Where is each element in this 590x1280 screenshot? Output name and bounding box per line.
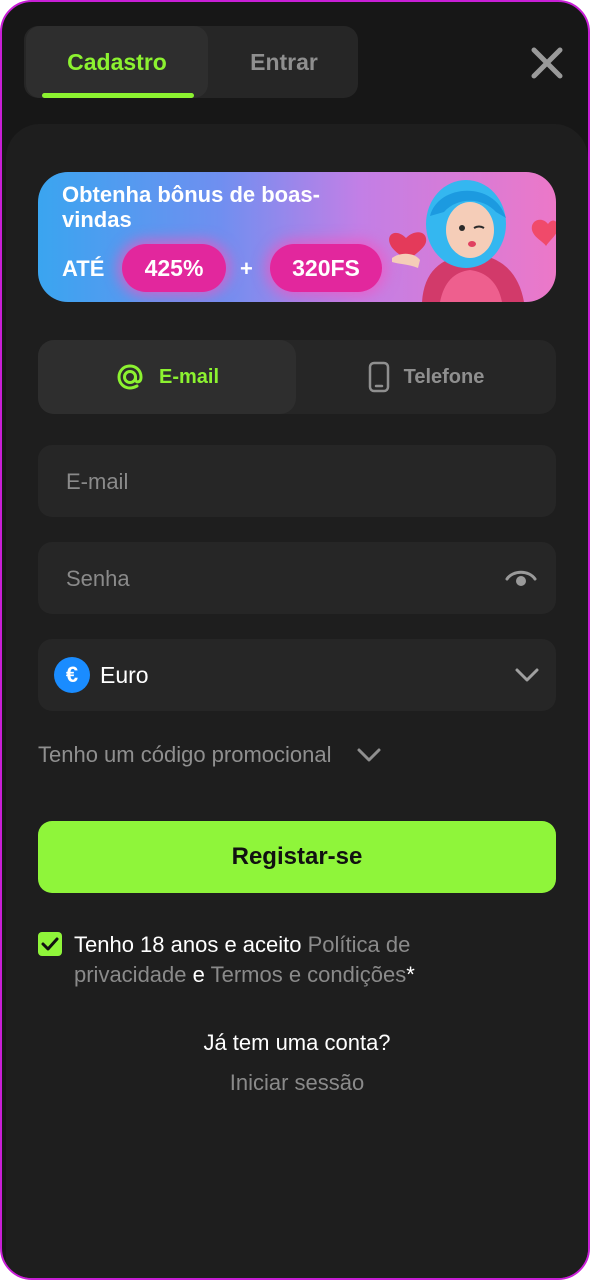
email-field [38, 445, 556, 519]
tab-login[interactable]: Entrar [210, 26, 358, 98]
tab-signup-label: Cadastro [67, 48, 167, 75]
registration-method-switch: E-mail Telefone [38, 340, 556, 414]
chevron-down-icon [515, 668, 539, 682]
method-phone-option[interactable]: Telefone [296, 340, 556, 414]
chevron-down-icon [357, 748, 381, 762]
method-email-label: E-mail [158, 365, 220, 388]
email-input[interactable] [64, 445, 488, 519]
banner-upto: ATÉ [62, 256, 105, 281]
free-spins-pill: 320FS [270, 244, 382, 292]
at-sign-icon [117, 364, 143, 390]
have-account-question: Já tem uma conta? [203, 1030, 391, 1055]
tab-signup[interactable]: Cadastro [26, 26, 208, 98]
banner-plus: + [240, 256, 253, 281]
terms-conditions-link[interactable]: Termos e condições [211, 962, 407, 987]
tab-login-label: Entrar [250, 48, 318, 75]
active-tab-indicator [42, 93, 194, 98]
password-input[interactable] [64, 542, 488, 616]
welcome-bonus-banner[interactable]: Obtenha bônus de boas-vindas ATÉ 425% + … [38, 172, 556, 302]
login-link[interactable]: Iniciar sessão [2, 1070, 588, 1096]
promo-code-toggle[interactable]: Tenho um código promocional [38, 738, 382, 772]
method-phone-label: Telefone [403, 365, 485, 388]
banner-title: Obtenha bônus de boas-vindas [62, 182, 320, 232]
method-email-option[interactable]: E-mail [38, 340, 296, 414]
bonus-percent-pill: 425% [122, 244, 226, 292]
eye-icon[interactable] [504, 564, 538, 592]
checkmark-icon [41, 937, 59, 951]
currency-label: Euro [100, 662, 149, 688]
close-icon[interactable] [528, 44, 566, 82]
currency-select[interactable]: € Euro [38, 639, 556, 711]
register-button[interactable]: Registar-se [38, 821, 556, 893]
hero-character-image [389, 180, 556, 302]
phone-icon [368, 361, 389, 393]
signup-modal: Cadastro Entrar Obtenha bônus de boas-vi… [0, 0, 590, 1280]
password-field [38, 542, 556, 616]
promo-code-label: Tenho um código promocional [38, 742, 332, 767]
terms-and: e [186, 962, 211, 987]
terms-text: Tenho 18 anos e aceito Política de priva… [74, 930, 514, 990]
terms-asterisk: * [406, 962, 415, 987]
terms-prefix: Tenho 18 anos e aceito [74, 932, 308, 957]
heart-icon [531, 219, 556, 246]
auth-tabs: Cadastro Entrar [24, 26, 358, 98]
age-terms-checkbox[interactable] [38, 932, 62, 956]
euro-icon: € [54, 657, 90, 693]
